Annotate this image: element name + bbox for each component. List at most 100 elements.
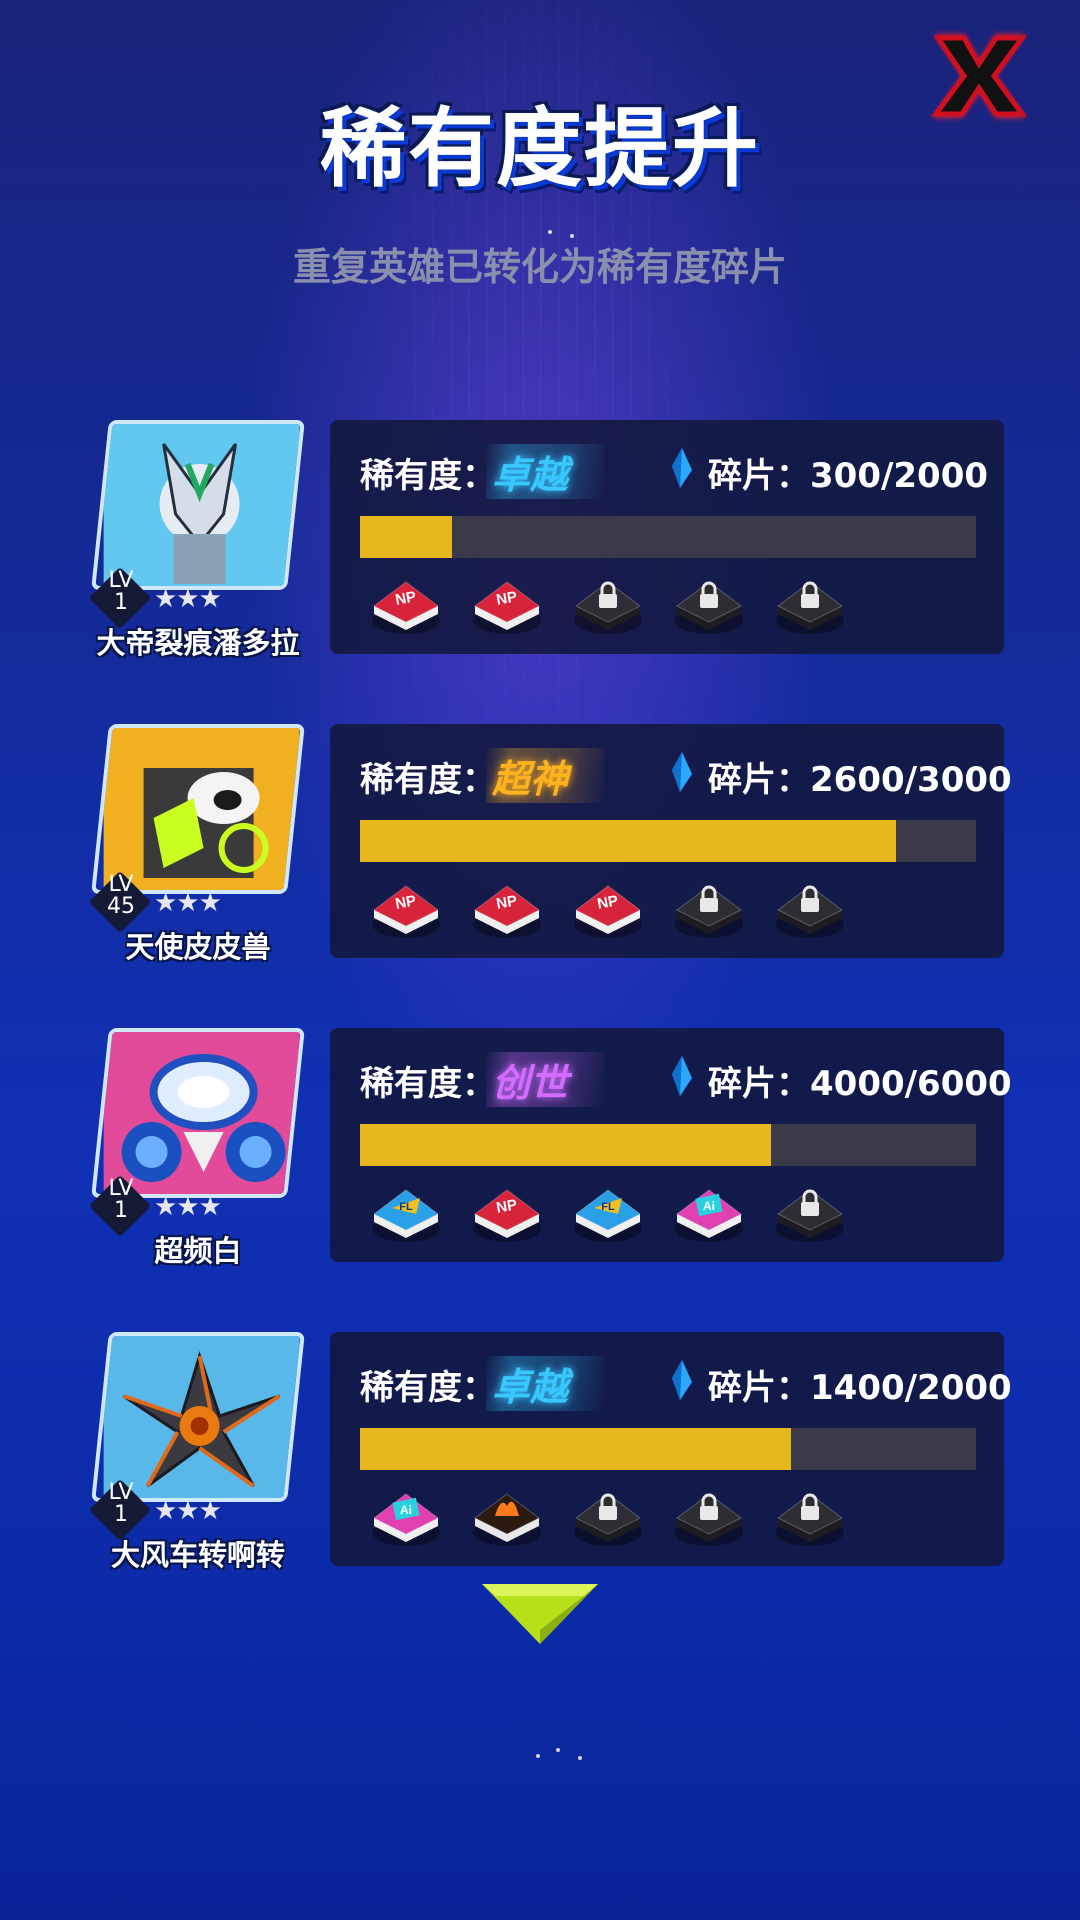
hero-portrait[interactable]: [91, 1332, 305, 1502]
progress-bar-fill: [360, 820, 896, 862]
hero-row: LV 1 ★★★ 超频白 稀有度： 创世 碎片：4000/6000 FL NP FL Ai: [0, 1028, 1080, 1268]
hero-row: LV 1 ★★★ 大风车转啊转 稀有度： 卓越 碎片：1400/2000 Ai: [0, 1332, 1080, 1572]
fragment-crystal-icon: [672, 752, 692, 792]
lock-icon: [568, 1482, 648, 1552]
fragment-count: 碎片：1400/2000: [708, 1360, 1012, 1409]
lock-icon: [568, 570, 648, 640]
progress-bar: [360, 1124, 976, 1166]
rarity-value: 创世: [486, 1052, 605, 1107]
fragment-value: 2600/3000: [810, 760, 1012, 800]
blue-badge-icon: FL: [568, 1178, 648, 1248]
lock-icon: [669, 874, 749, 944]
level-label: LV: [108, 872, 134, 897]
level-value: 1: [114, 590, 128, 615]
level-label: LV: [108, 1480, 134, 1505]
progress-bar-fill: [360, 1124, 771, 1166]
svg-text:NP: NP: [394, 892, 417, 912]
blue-badge-icon: FL: [366, 1178, 446, 1248]
rarity-panel: 稀有度： 超神 碎片：2600/3000 NP NP NP: [330, 724, 1012, 958]
lock-icon: [669, 570, 749, 640]
sparkle: [570, 234, 574, 238]
reward-slots: FL NP FL Ai: [366, 1178, 986, 1250]
progress-bar: [360, 820, 976, 862]
np-badge-icon: NP: [467, 570, 547, 640]
star-rating: ★★★: [154, 1192, 222, 1222]
rarity-label: 稀有度：: [360, 760, 496, 800]
svg-text:Ai: Ai: [703, 1199, 715, 1213]
sparkle: [578, 1756, 582, 1760]
sparkle: [556, 1748, 560, 1752]
pink-badge-icon: Ai: [669, 1178, 749, 1248]
rarity-panel: 稀有度： 创世 碎片：4000/6000 FL NP FL Ai: [330, 1028, 1012, 1262]
svg-text:NP: NP: [495, 892, 518, 912]
fire-badge-icon: [467, 1482, 547, 1552]
pink-badge-icon: Ai: [366, 1482, 446, 1552]
fragment-label: 碎片：: [708, 1064, 810, 1104]
sparkle: [536, 1754, 540, 1758]
hero-portrait[interactable]: [91, 1028, 305, 1198]
fragment-crystal-icon: [672, 1056, 692, 1096]
level-value: 1: [114, 1198, 128, 1223]
lock-icon: [770, 570, 850, 640]
svg-text:NP: NP: [394, 588, 417, 608]
arrow-down-icon[interactable]: [480, 1582, 600, 1646]
fragment-value: 300/2000: [810, 456, 989, 496]
np-badge-icon: NP: [366, 874, 446, 944]
np-badge-icon: NP: [568, 874, 648, 944]
fragment-count: 碎片：300/2000: [708, 448, 988, 497]
rarity-value: 卓越: [486, 1356, 605, 1411]
svg-text:NP: NP: [596, 892, 619, 912]
fragment-value: 1400/2000: [810, 1368, 1012, 1408]
star-rating: ★★★: [154, 888, 222, 918]
hero-name: 超频白: [154, 1234, 242, 1268]
page-subtitle: 重复英雄已转化为稀有度碎片: [292, 245, 787, 289]
hero-portrait[interactable]: [91, 420, 305, 590]
reward-slots: NP NP NP: [366, 874, 986, 946]
svg-text:Ai: Ai: [400, 1503, 412, 1517]
fragment-count: 碎片：4000/6000: [708, 1056, 1012, 1105]
lock-icon: [770, 1482, 850, 1552]
rarity-panel: 稀有度： 卓越 碎片：1400/2000 Ai: [330, 1332, 1012, 1566]
hero-name: 大帝裂痕潘多拉: [96, 626, 300, 660]
hero-name: 大风车转啊转: [110, 1538, 285, 1572]
lock-icon: [770, 1178, 850, 1248]
rarity-panel: 稀有度： 卓越 碎片：300/2000 NP NP: [330, 420, 1004, 654]
sparkle: [548, 230, 552, 234]
page-title: 稀有度提升: [320, 99, 760, 199]
np-badge-icon: NP: [467, 1178, 547, 1248]
reward-slots: Ai: [366, 1482, 986, 1554]
lock-icon: [770, 874, 850, 944]
svg-text:FL: FL: [601, 1201, 615, 1213]
fragment-crystal-icon: [672, 1360, 692, 1400]
progress-bar: [360, 516, 976, 558]
progress-bar-fill: [360, 1428, 792, 1470]
level-label: LV: [108, 1176, 134, 1201]
fragment-label: 碎片：: [708, 760, 810, 800]
progress-bar-fill: [360, 516, 453, 558]
rarity-label: 稀有度：: [360, 1368, 496, 1408]
rarity-label: 稀有度：: [360, 456, 496, 496]
star-rating: ★★★: [154, 1496, 222, 1526]
lock-icon: [669, 1482, 749, 1552]
level-value: 1: [114, 1502, 128, 1527]
level-value: 45: [107, 894, 135, 919]
reward-slots: NP NP: [366, 570, 986, 642]
level-label: LV: [108, 568, 134, 593]
hero-row: LV 1 ★★★ 大帝裂痕潘多拉 稀有度： 卓越 碎片：300/2000 NP NP: [0, 420, 1080, 660]
fragment-label: 碎片：: [708, 456, 810, 496]
fragment-label: 碎片：: [708, 1368, 810, 1408]
hero-name: 天使皮皮兽: [125, 930, 271, 964]
rarity-value: 卓越: [486, 444, 605, 499]
hero-row: LV 45 ★★★ 天使皮皮兽 稀有度： 超神 碎片：2600/3000 NP NP NP: [0, 724, 1080, 964]
svg-text:FL: FL: [399, 1201, 413, 1213]
fragment-value: 4000/6000: [810, 1064, 1012, 1104]
hero-portrait[interactable]: [91, 724, 305, 894]
svg-text:NP: NP: [495, 588, 518, 608]
progress-bar: [360, 1428, 976, 1470]
star-rating: ★★★: [154, 584, 222, 614]
rarity-label: 稀有度：: [360, 1064, 496, 1104]
np-badge-icon: NP: [467, 874, 547, 944]
svg-text:NP: NP: [495, 1196, 518, 1216]
rarity-value: 超神: [486, 748, 605, 803]
fragment-count: 碎片：2600/3000: [708, 752, 1012, 801]
